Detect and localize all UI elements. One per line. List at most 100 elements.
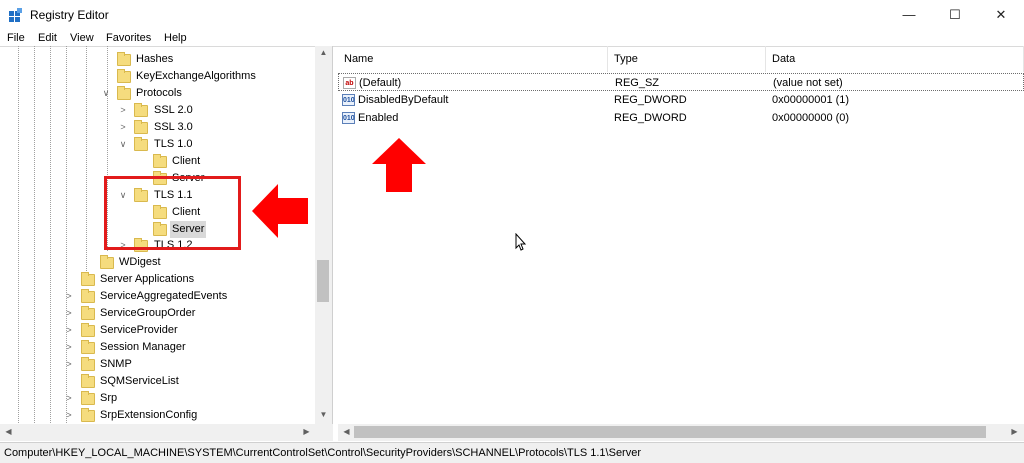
folder-icon xyxy=(81,272,95,286)
scroll-up-arrow-icon[interactable]: ▲ xyxy=(315,48,332,57)
tree-scroll-thumb[interactable] xyxy=(317,260,329,302)
menu-file[interactable]: File xyxy=(7,32,25,44)
chevron-right-icon[interactable]: > xyxy=(63,356,75,373)
tree-item-snmp[interactable]: > SNMP xyxy=(0,356,315,373)
menu-edit[interactable]: Edit xyxy=(38,32,57,44)
tree-item-label: Protocols xyxy=(136,87,182,99)
folder-icon xyxy=(100,255,114,269)
tree-item-label: TLS 1.0 xyxy=(154,138,193,150)
tree-item-label: ServiceAggregatedEvents xyxy=(100,290,228,302)
chevron-right-icon[interactable]: > xyxy=(63,305,75,322)
chevron-right-icon[interactable]: > xyxy=(117,119,129,136)
maximize-button[interactable]: ☐ xyxy=(932,0,978,30)
tree-item-label: SSL 3.0 xyxy=(154,121,193,133)
value-data: 0x00000000 (0) xyxy=(772,112,850,124)
folder-icon xyxy=(81,391,95,405)
tree-item-srp[interactable]: > Srp xyxy=(0,390,315,407)
chevron-right-icon[interactable]: > xyxy=(63,322,75,339)
menu-favorites[interactable]: Favorites xyxy=(106,32,151,44)
binary-value-icon: 010 xyxy=(342,112,355,124)
tree-item-label: Server Applications xyxy=(100,273,195,285)
tree-item-keyexchangealgorithms[interactable]: KeyExchangeAlgorithms xyxy=(0,68,315,85)
tree-item-servicegrouporder[interactable]: > ServiceGroupOrder xyxy=(0,305,315,322)
scroll-right-arrow-icon[interactable]: ▶ xyxy=(298,427,315,436)
window-title: Registry Editor xyxy=(30,8,109,22)
tree-item-session-manager[interactable]: > Session Manager xyxy=(0,339,315,356)
tree-vertical-scrollbar[interactable]: ▲ ▼ xyxy=(315,46,332,425)
chevron-right-icon[interactable]: > xyxy=(63,390,75,407)
tree-item-label: Client xyxy=(172,155,201,167)
tree-horizontal-scrollbar[interactable]: ◀ ▶ xyxy=(0,424,333,441)
value-type: REG_DWORD xyxy=(614,112,687,124)
folder-icon xyxy=(117,69,131,83)
value-row[interactable]: 010 Enabled REG_DWORD 0x00000000 (0) xyxy=(338,109,1024,127)
tree-item-label: ServiceGroupOrder xyxy=(100,307,196,319)
value-name: Enabled xyxy=(358,112,399,124)
red-arrow-up-icon xyxy=(372,138,426,192)
tree-item-ssl-3-0[interactable]: > SSL 3.0 xyxy=(0,119,315,136)
value-data: 0x00000001 (1) xyxy=(772,94,850,106)
column-header-type[interactable]: Type xyxy=(608,46,766,72)
string-value-icon: ab xyxy=(343,77,356,89)
tree-item-ssl-2-0[interactable]: > SSL 2.0 xyxy=(0,102,315,119)
folder-icon xyxy=(81,323,95,337)
folder-icon xyxy=(81,340,95,354)
chevron-down-icon[interactable]: ∨ xyxy=(100,85,112,102)
close-button[interactable]: ✕ xyxy=(978,0,1024,30)
chevron-down-icon[interactable]: ∨ xyxy=(117,136,129,153)
tree-item-serviceaggregatedevents[interactable]: > ServiceAggregatedEvents xyxy=(0,288,315,305)
value-name: DisabledByDefault xyxy=(358,94,449,106)
tree-item-label: Srp xyxy=(100,392,118,404)
chevron-right-icon[interactable]: > xyxy=(63,288,75,305)
list-scroll-thumb[interactable] xyxy=(354,426,986,438)
folder-icon xyxy=(153,154,167,168)
tree-item-label: SSL 2.0 xyxy=(154,104,193,116)
tree-item-label: SrpExtensionConfig xyxy=(100,409,198,421)
binary-value-icon: 010 xyxy=(342,94,355,106)
folder-icon xyxy=(81,357,95,371)
tree-item-label: KeyExchangeAlgorithms xyxy=(136,70,256,82)
tree-item-tls-1-0[interactable]: ∨ TLS 1.0 xyxy=(0,136,315,153)
chevron-right-icon[interactable]: > xyxy=(117,102,129,119)
value-row[interactable]: ab (Default) REG_SZ (value not set) xyxy=(338,73,1024,91)
tree-item-label: Hashes xyxy=(136,53,174,65)
value-type: REG_SZ xyxy=(615,77,660,89)
minimize-button[interactable]: — xyxy=(886,0,932,30)
folder-icon xyxy=(134,137,148,151)
tree-item-hashes[interactable]: Hashes xyxy=(0,51,315,68)
column-header-name[interactable]: Name xyxy=(338,46,608,72)
value-list[interactable]: Name Type Data ab (Default) REG_SZ (valu… xyxy=(338,46,1024,424)
tree-item-sqmservicelist[interactable]: SQMServiceList xyxy=(0,373,315,390)
tree-item-tls-1-0-client[interactable]: Client xyxy=(0,153,315,170)
tree-item-label: SNMP xyxy=(100,358,132,370)
mouse-cursor-icon xyxy=(515,233,527,251)
folder-icon xyxy=(117,86,131,100)
folder-icon xyxy=(81,306,95,320)
value-data: (value not set) xyxy=(773,77,843,89)
scroll-down-arrow-icon[interactable]: ▼ xyxy=(315,410,332,419)
annotation-highlight-box xyxy=(104,176,241,250)
scroll-left-arrow-icon[interactable]: ◀ xyxy=(0,427,17,436)
title-bar: Registry Editor — ☐ ✕ xyxy=(0,0,1024,30)
tree-item-srpextensionconfig[interactable]: > SrpExtensionConfig xyxy=(0,407,315,424)
folder-icon xyxy=(134,103,148,117)
tree-item-serviceprovider[interactable]: > ServiceProvider xyxy=(0,322,315,339)
tree-item-protocols[interactable]: ∨ Protocols xyxy=(0,85,315,102)
menu-view[interactable]: View xyxy=(70,32,94,44)
registry-app-icon xyxy=(9,8,22,22)
value-row[interactable]: 010 DisabledByDefault REG_DWORD 0x000000… xyxy=(338,91,1024,109)
chevron-right-icon[interactable]: > xyxy=(63,407,75,424)
tree-item-server-applications[interactable]: Server Applications xyxy=(0,271,315,288)
tree-item-label: Session Manager xyxy=(100,341,186,353)
scroll-left-arrow-icon[interactable]: ◀ xyxy=(338,427,355,436)
menu-help[interactable]: Help xyxy=(164,32,187,44)
chevron-right-icon[interactable]: > xyxy=(63,339,75,356)
tree-item-label: ServiceProvider xyxy=(100,324,178,336)
red-arrow-left-icon xyxy=(252,184,308,238)
list-horizontal-scrollbar[interactable]: ◀ ▶ xyxy=(338,424,1024,441)
tree-item-wdigest[interactable]: WDigest xyxy=(0,254,315,271)
scroll-right-arrow-icon[interactable]: ▶ xyxy=(1006,427,1023,436)
column-header-data[interactable]: Data xyxy=(766,46,1024,72)
value-type: REG_DWORD xyxy=(614,94,687,106)
status-bar-path: Computer\HKEY_LOCAL_MACHINE\SYSTEM\Curre… xyxy=(0,442,1024,463)
